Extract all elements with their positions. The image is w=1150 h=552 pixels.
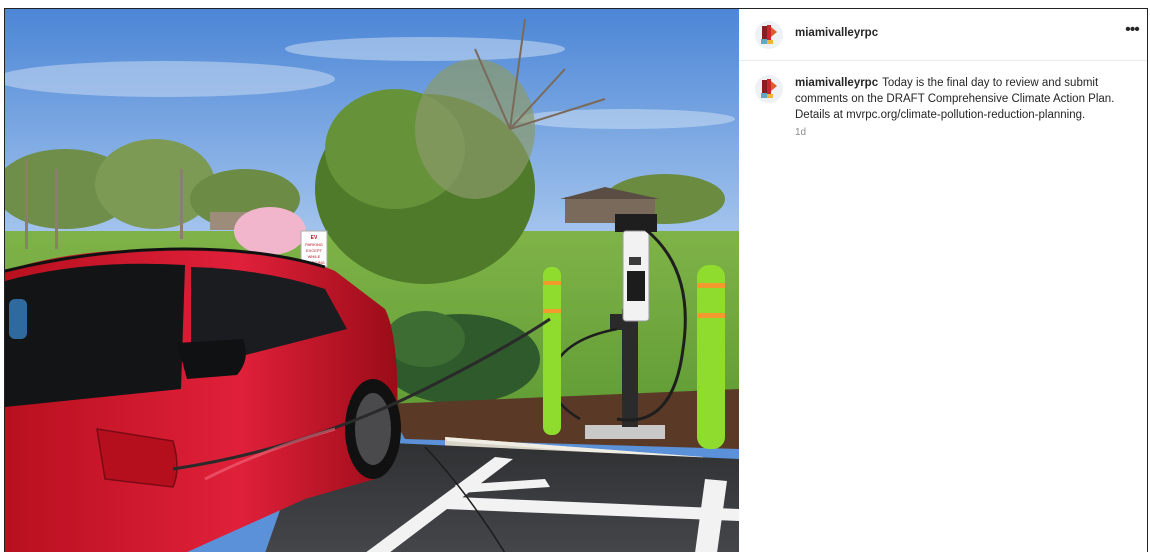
- more-options-icon[interactable]: •••: [1121, 22, 1143, 42]
- post-details-panel: miamivalleyrpc ••• miamivalleyrpc Today i…: [739, 9, 1147, 552]
- mvrpc-logo-icon: [755, 75, 783, 103]
- post-caption: miamivalleyrpc Today is the final day to …: [795, 75, 1140, 123]
- sign-text-1: EV: [311, 235, 318, 241]
- post-timestamp[interactable]: 1d: [795, 127, 806, 138]
- caption-username[interactable]: miamivalleyrpc: [795, 77, 878, 89]
- post-header: miamivalleyrpc •••: [739, 9, 1147, 61]
- post-viewer: EV PARKING EXCEPT WHILE CHARGING miamiva…: [4, 8, 1148, 552]
- sign-text-2: PARKING: [305, 242, 323, 247]
- avatar[interactable]: [755, 21, 783, 49]
- post-photo[interactable]: EV PARKING EXCEPT WHILE CHARGING: [5, 9, 739, 552]
- sign-text-3: EXCEPT: [306, 248, 323, 253]
- mvrpc-logo-icon: [755, 21, 783, 49]
- caption-avatar[interactable]: [755, 75, 783, 103]
- header-username[interactable]: miamivalleyrpc: [795, 27, 878, 39]
- ev-charging-station-photo: EV PARKING EXCEPT WHILE CHARGING: [5, 9, 739, 552]
- sign-text-4: WHILE: [308, 254, 321, 259]
